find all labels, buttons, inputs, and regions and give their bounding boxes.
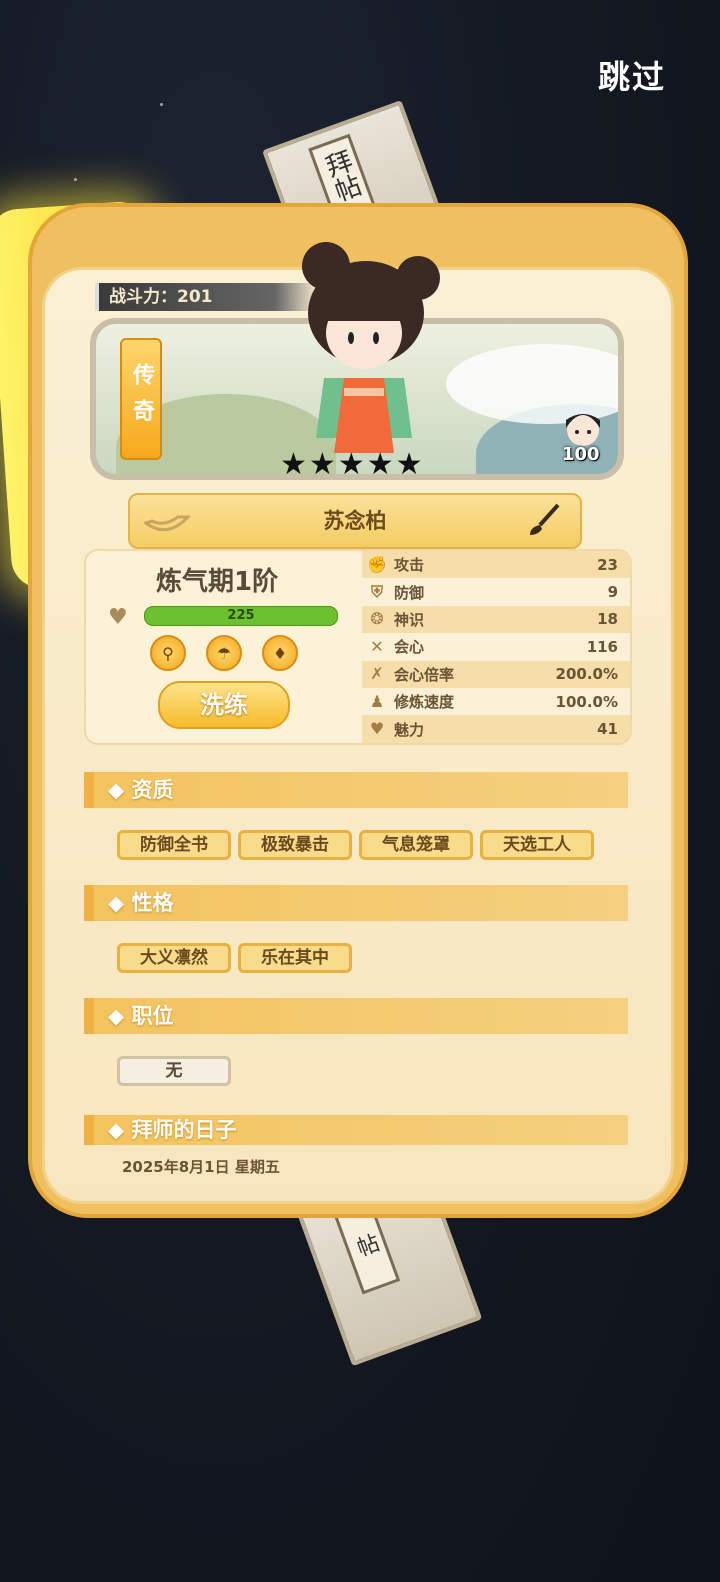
stat-label: 攻击	[394, 556, 425, 575]
stat-row: ✕ 会心 116	[362, 633, 630, 661]
apprentice-date: 2025年8月1日 星期五	[122, 1158, 280, 1176]
skip-button[interactable]: 跳过	[598, 52, 666, 98]
stat-value: 100.0%	[555, 692, 618, 711]
mini-level: 100	[562, 444, 600, 465]
stat-value: 200.0%	[555, 665, 618, 684]
stat-value: 23	[597, 555, 618, 574]
section-position: ◆ 职位	[84, 998, 628, 1034]
stat-panel: 炼气期1阶 ♥ 225 ⚲ ☂ ♦ 洗练 ✊ 攻击 23 ⛨ 防御 9 ❂ 神识…	[84, 549, 632, 745]
stat-list: ✊ 攻击 23 ⛨ 防御 9 ❂ 神识 18 ✕ 会心 116 ✗ 会心倍率 2…	[362, 551, 630, 743]
section-title: ◆ 拜师的日子	[108, 1118, 237, 1142]
stat-value: 18	[597, 610, 618, 629]
star-icon: ★	[337, 447, 365, 482]
section-title: ◆ 职位	[108, 1004, 174, 1028]
section-title: ◆ 资质	[108, 778, 174, 802]
flame-icon[interactable]: ♦	[262, 635, 298, 671]
fan-icon[interactable]: ⚲	[150, 635, 186, 671]
star-icon: ★	[308, 447, 336, 482]
character-sprite	[302, 242, 440, 453]
star-icon: ★	[395, 447, 423, 482]
star-icon: ★	[366, 447, 394, 482]
stat-value: 9	[607, 583, 618, 602]
disciple-name: 苏念柏	[323, 509, 387, 533]
bg-star	[160, 103, 163, 106]
stat-label: 神识	[394, 610, 425, 629]
stat-row: ♟ 修炼速度 100.0%	[362, 687, 630, 716]
stat-label: 防御	[394, 583, 425, 602]
brush-icon[interactable]	[526, 503, 562, 537]
realm-label: 炼气期1阶	[156, 567, 279, 597]
aptitude-tag[interactable]: 极致暴击	[238, 830, 352, 860]
aptitude-tag[interactable]: 天选工人	[480, 830, 594, 860]
shield-icon: ⛨	[370, 582, 383, 602]
stat-value: 116	[586, 637, 618, 656]
stat-label: 会心	[394, 638, 425, 657]
section-personality: ◆ 性格	[84, 885, 628, 921]
heart-outline-icon: ♥	[108, 605, 128, 630]
aptitude-tag[interactable]: 防御全书	[117, 830, 231, 860]
cross-swords-icon: ✕	[370, 636, 384, 656]
bg-star	[74, 178, 77, 181]
hp-bar: 225	[144, 606, 338, 626]
aptitude-tag[interactable]: 气息笼罩	[359, 830, 473, 860]
stat-label: 魅力	[394, 720, 425, 739]
star-rating: ★ ★ ★ ★ ★	[280, 450, 423, 480]
stat-label: 会心倍率	[394, 665, 455, 684]
name-bar: 苏念柏	[128, 493, 582, 549]
personality-tag[interactable]: 大义凛然	[117, 943, 231, 973]
crit-rate-icon: ✗	[370, 664, 384, 684]
heart-icon: ♥	[369, 719, 385, 739]
stat-row: ✊ 攻击 23	[362, 551, 630, 579]
stat-label: 修炼速度	[394, 693, 455, 712]
stat-row: ⛨ 防御 9	[362, 578, 630, 606]
section-title: ◆ 性格	[108, 891, 174, 915]
umbrella-icon[interactable]: ☂	[206, 635, 242, 671]
stat-row: ♥ 魅力 41	[362, 715, 630, 743]
meditate-icon: ♟	[369, 691, 385, 711]
fist-icon: ✊	[367, 554, 387, 574]
section-aptitude: ◆ 资质	[84, 772, 628, 808]
stat-row: ❂ 神识 18	[362, 605, 630, 634]
combat-power: 战斗力：201	[95, 283, 319, 311]
spirit-icon: ❂	[370, 609, 384, 629]
personality-tag[interactable]: 乐在其中	[238, 943, 352, 973]
stat-value: 41	[597, 720, 618, 739]
star-icon: ★	[280, 447, 307, 482]
rarity-badge: 传奇	[120, 338, 162, 460]
stat-row: ✗ 会心倍率 200.0%	[362, 660, 630, 688]
position-tag: 无	[117, 1056, 231, 1086]
refine-button[interactable]: 洗练	[158, 681, 290, 729]
section-apprentice-date: ◆ 拜师的日子	[84, 1115, 628, 1145]
